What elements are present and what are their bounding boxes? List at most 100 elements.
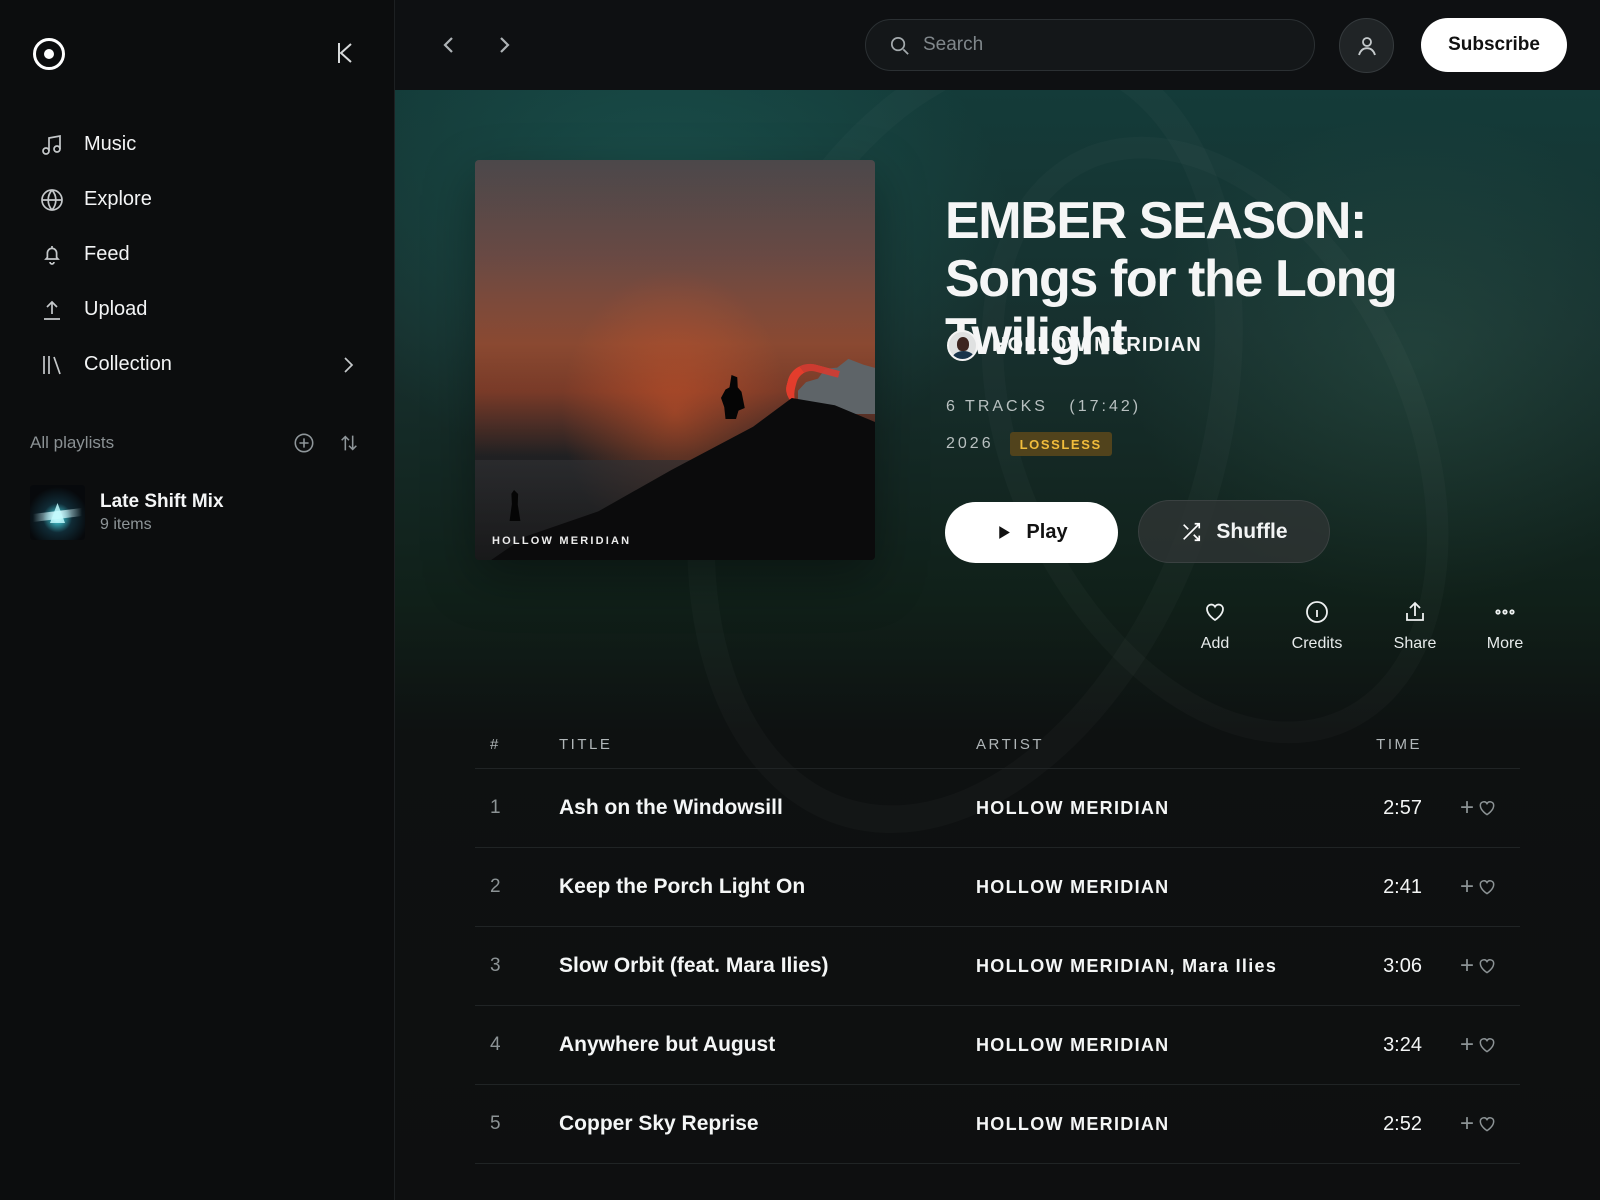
like-track-button[interactable] — [1477, 1114, 1520, 1134]
track-artist[interactable]: HOLLOW MERIDIAN — [976, 1035, 1334, 1056]
forward-arrow-icon[interactable] — [490, 30, 518, 60]
track-number: 3 — [490, 955, 501, 976]
globe-icon — [41, 188, 63, 211]
add-action[interactable]: Add — [1188, 600, 1242, 653]
nav-item-upload[interactable]: Upload — [30, 282, 360, 337]
track-list: # TITLE ARTIST TIME 1 Ash on the Windows… — [475, 720, 1520, 1164]
track-list-header: # TITLE ARTIST TIME — [475, 720, 1520, 769]
bell-icon — [44, 245, 60, 265]
cover-artist-name: HOLLOW MERIDIAN — [492, 535, 632, 547]
nav-label-upload: Upload — [84, 298, 148, 320]
album-details-row: 2026 LOSSLESS — [946, 432, 1112, 456]
playlists-title: All playlists — [30, 433, 115, 452]
credits-label: Credits — [1291, 635, 1343, 652]
chevron-right-icon[interactable] — [336, 353, 360, 377]
track-title: Anywhere but August — [559, 1033, 776, 1056]
more-options-icon — [1495, 609, 1515, 615]
shuffle-icon — [1183, 522, 1201, 541]
sort-icon[interactable] — [338, 432, 360, 454]
track-row[interactable]: 3 Slow Orbit (feat. Mara Ilies) HOLLOW M… — [475, 927, 1520, 1006]
track-row[interactable]: 2 Keep the Porch Light On HOLLOW MERIDIA… — [475, 848, 1520, 927]
heart-icon — [1479, 959, 1495, 974]
track-number: 5 — [490, 1113, 501, 1134]
upload-icon — [44, 300, 60, 320]
primary-navigation: Music Explore Feed Upload Collection — [30, 117, 360, 392]
top-bar: Subscribe — [395, 0, 1600, 90]
nav-item-feed[interactable]: Feed — [30, 227, 360, 282]
track-title: Ash on the Windowsill — [559, 796, 783, 819]
playlist-title: Late Shift Mix — [100, 491, 224, 512]
add-playlist-icon[interactable] — [293, 432, 315, 454]
add-track-icon[interactable]: + — [1422, 873, 1477, 901]
column-time: TIME — [1376, 735, 1422, 753]
info-icon — [1306, 601, 1328, 623]
add-track-icon[interactable]: + — [1422, 1110, 1477, 1138]
add-track-icon[interactable]: + — [1422, 1031, 1477, 1059]
play-button[interactable]: Play — [945, 502, 1118, 563]
more-label: More — [1486, 635, 1524, 652]
nav-label-collection: Collection — [84, 353, 172, 375]
column-number: # — [490, 735, 501, 753]
back-arrow-icon[interactable] — [435, 30, 463, 60]
lossless-badge: LOSSLESS — [1009, 432, 1112, 456]
track-row[interactable]: 5 Copper Sky Reprise HOLLOW MERIDIAN 2:5… — [475, 1085, 1520, 1164]
heart-icon — [1479, 1117, 1495, 1132]
album-artist-row[interactable]: HOLLOW MERIDIAN — [947, 330, 1202, 361]
playlist-info: Late Shift Mix 9 items — [100, 491, 224, 534]
credits-action[interactable]: Credits — [1288, 600, 1346, 653]
album-page: HOLLOW MERIDIAN EMBER SEASON: Songs for … — [395, 90, 1600, 1200]
app-logo[interactable] — [33, 38, 65, 70]
album-cover[interactable]: HOLLOW MERIDIAN — [475, 160, 875, 560]
track-artist[interactable]: HOLLOW MERIDIAN — [976, 798, 1334, 819]
nav-item-explore[interactable]: Explore — [30, 172, 360, 227]
search-input[interactable] — [923, 34, 1273, 56]
search-box[interactable] — [865, 19, 1315, 71]
more-action[interactable]: More — [1484, 600, 1526, 653]
share-action[interactable]: Share — [1392, 600, 1438, 653]
track-time: 3:06 — [1383, 954, 1422, 977]
album-duration: (17:42) — [1069, 398, 1142, 415]
track-row[interactable]: 4 Anywhere but August HOLLOW MERIDIAN 3:… — [475, 1006, 1520, 1085]
track-count: 6 TRACKS — [946, 398, 1048, 415]
album-year: 2026 — [946, 435, 994, 452]
user-icon — [1357, 36, 1376, 55]
add-label: Add — [1200, 635, 1230, 652]
profile-button[interactable] — [1339, 18, 1394, 73]
library-icon — [43, 355, 61, 374]
column-title: TITLE — [559, 735, 613, 753]
like-track-button[interactable] — [1477, 1035, 1520, 1055]
like-track-button[interactable] — [1477, 877, 1520, 897]
share-label: Share — [1393, 635, 1437, 652]
track-number: 2 — [490, 876, 501, 897]
subscribe-button[interactable]: Subscribe — [1421, 18, 1567, 72]
playlist-count: 9 items — [100, 516, 152, 533]
like-track-button[interactable] — [1477, 956, 1520, 976]
shuffle-button[interactable]: Shuffle — [1138, 500, 1330, 563]
add-track-icon[interactable]: + — [1422, 794, 1477, 822]
track-number: 1 — [490, 797, 501, 818]
track-time: 2:52 — [1383, 1112, 1422, 1135]
shuffle-label: Shuffle — [1216, 519, 1288, 543]
playlists-header: All playlists — [30, 432, 360, 454]
track-artist[interactable]: HOLLOW MERIDIAN, Mara Ilies — [976, 956, 1334, 977]
track-title: Copper Sky Reprise — [559, 1112, 759, 1135]
track-time: 2:41 — [1383, 875, 1422, 898]
playlist-artwork — [30, 485, 85, 540]
artist-avatar — [947, 330, 978, 361]
track-artist[interactable]: HOLLOW MERIDIAN — [976, 1114, 1334, 1135]
playlist-item[interactable]: Late Shift Mix 9 items — [30, 485, 224, 540]
nav-label-feed: Feed — [84, 243, 130, 265]
collapse-sidebar-icon[interactable] — [333, 40, 357, 66]
nav-item-music[interactable]: Music — [30, 117, 360, 172]
sidebar: Music Explore Feed Upload Collection All… — [0, 0, 395, 1200]
nav-item-collection[interactable]: Collection — [30, 337, 360, 392]
track-artist[interactable]: HOLLOW MERIDIAN — [976, 877, 1334, 898]
track-number: 4 — [490, 1034, 501, 1055]
track-row[interactable]: 1 Ash on the Windowsill HOLLOW MERIDIAN … — [475, 769, 1520, 848]
search-icon — [890, 36, 909, 55]
add-track-icon[interactable]: + — [1422, 952, 1477, 980]
album-artist: HOLLOW MERIDIAN — [992, 334, 1202, 356]
heart-icon — [1479, 1038, 1495, 1053]
like-track-button[interactable] — [1477, 798, 1520, 818]
play-label: Play — [1026, 521, 1068, 543]
